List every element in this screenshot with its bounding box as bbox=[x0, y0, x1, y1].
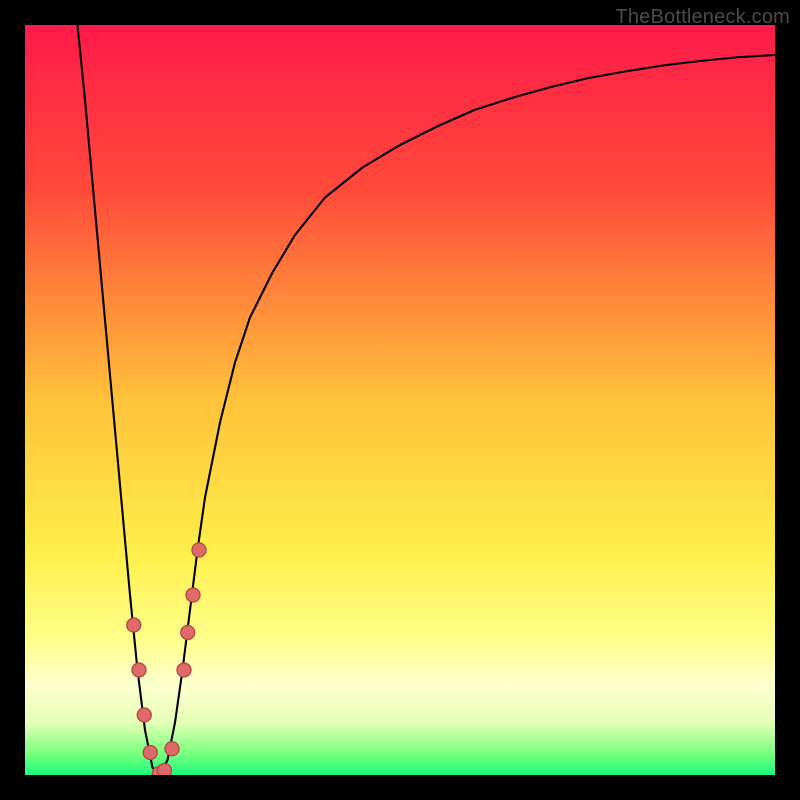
data-marker bbox=[127, 618, 141, 632]
data-marker bbox=[137, 708, 151, 722]
bottleneck-chart bbox=[25, 25, 775, 775]
data-marker bbox=[132, 663, 146, 677]
data-marker bbox=[186, 588, 200, 602]
chart-frame: TheBottleneck.com bbox=[0, 0, 800, 800]
data-marker bbox=[143, 746, 157, 760]
plot-area bbox=[25, 25, 775, 775]
data-marker bbox=[181, 626, 195, 640]
data-marker bbox=[165, 742, 179, 756]
data-marker bbox=[192, 543, 206, 557]
data-marker bbox=[177, 663, 191, 677]
data-marker bbox=[158, 764, 172, 776]
watermark-text: TheBottleneck.com bbox=[615, 6, 790, 29]
